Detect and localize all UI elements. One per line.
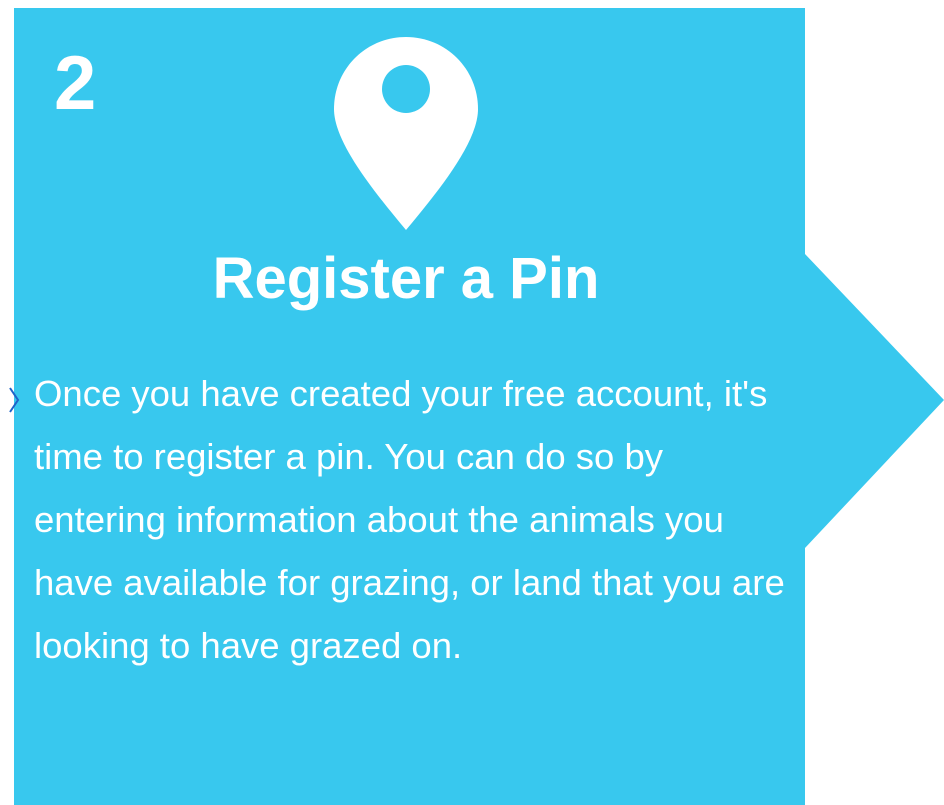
step-title: Register a Pin: [212, 246, 600, 311]
step-number: 2: [54, 41, 97, 126]
step-description: Once you have created your free account,…: [34, 373, 785, 666]
map-pin-icon: [334, 37, 478, 230]
